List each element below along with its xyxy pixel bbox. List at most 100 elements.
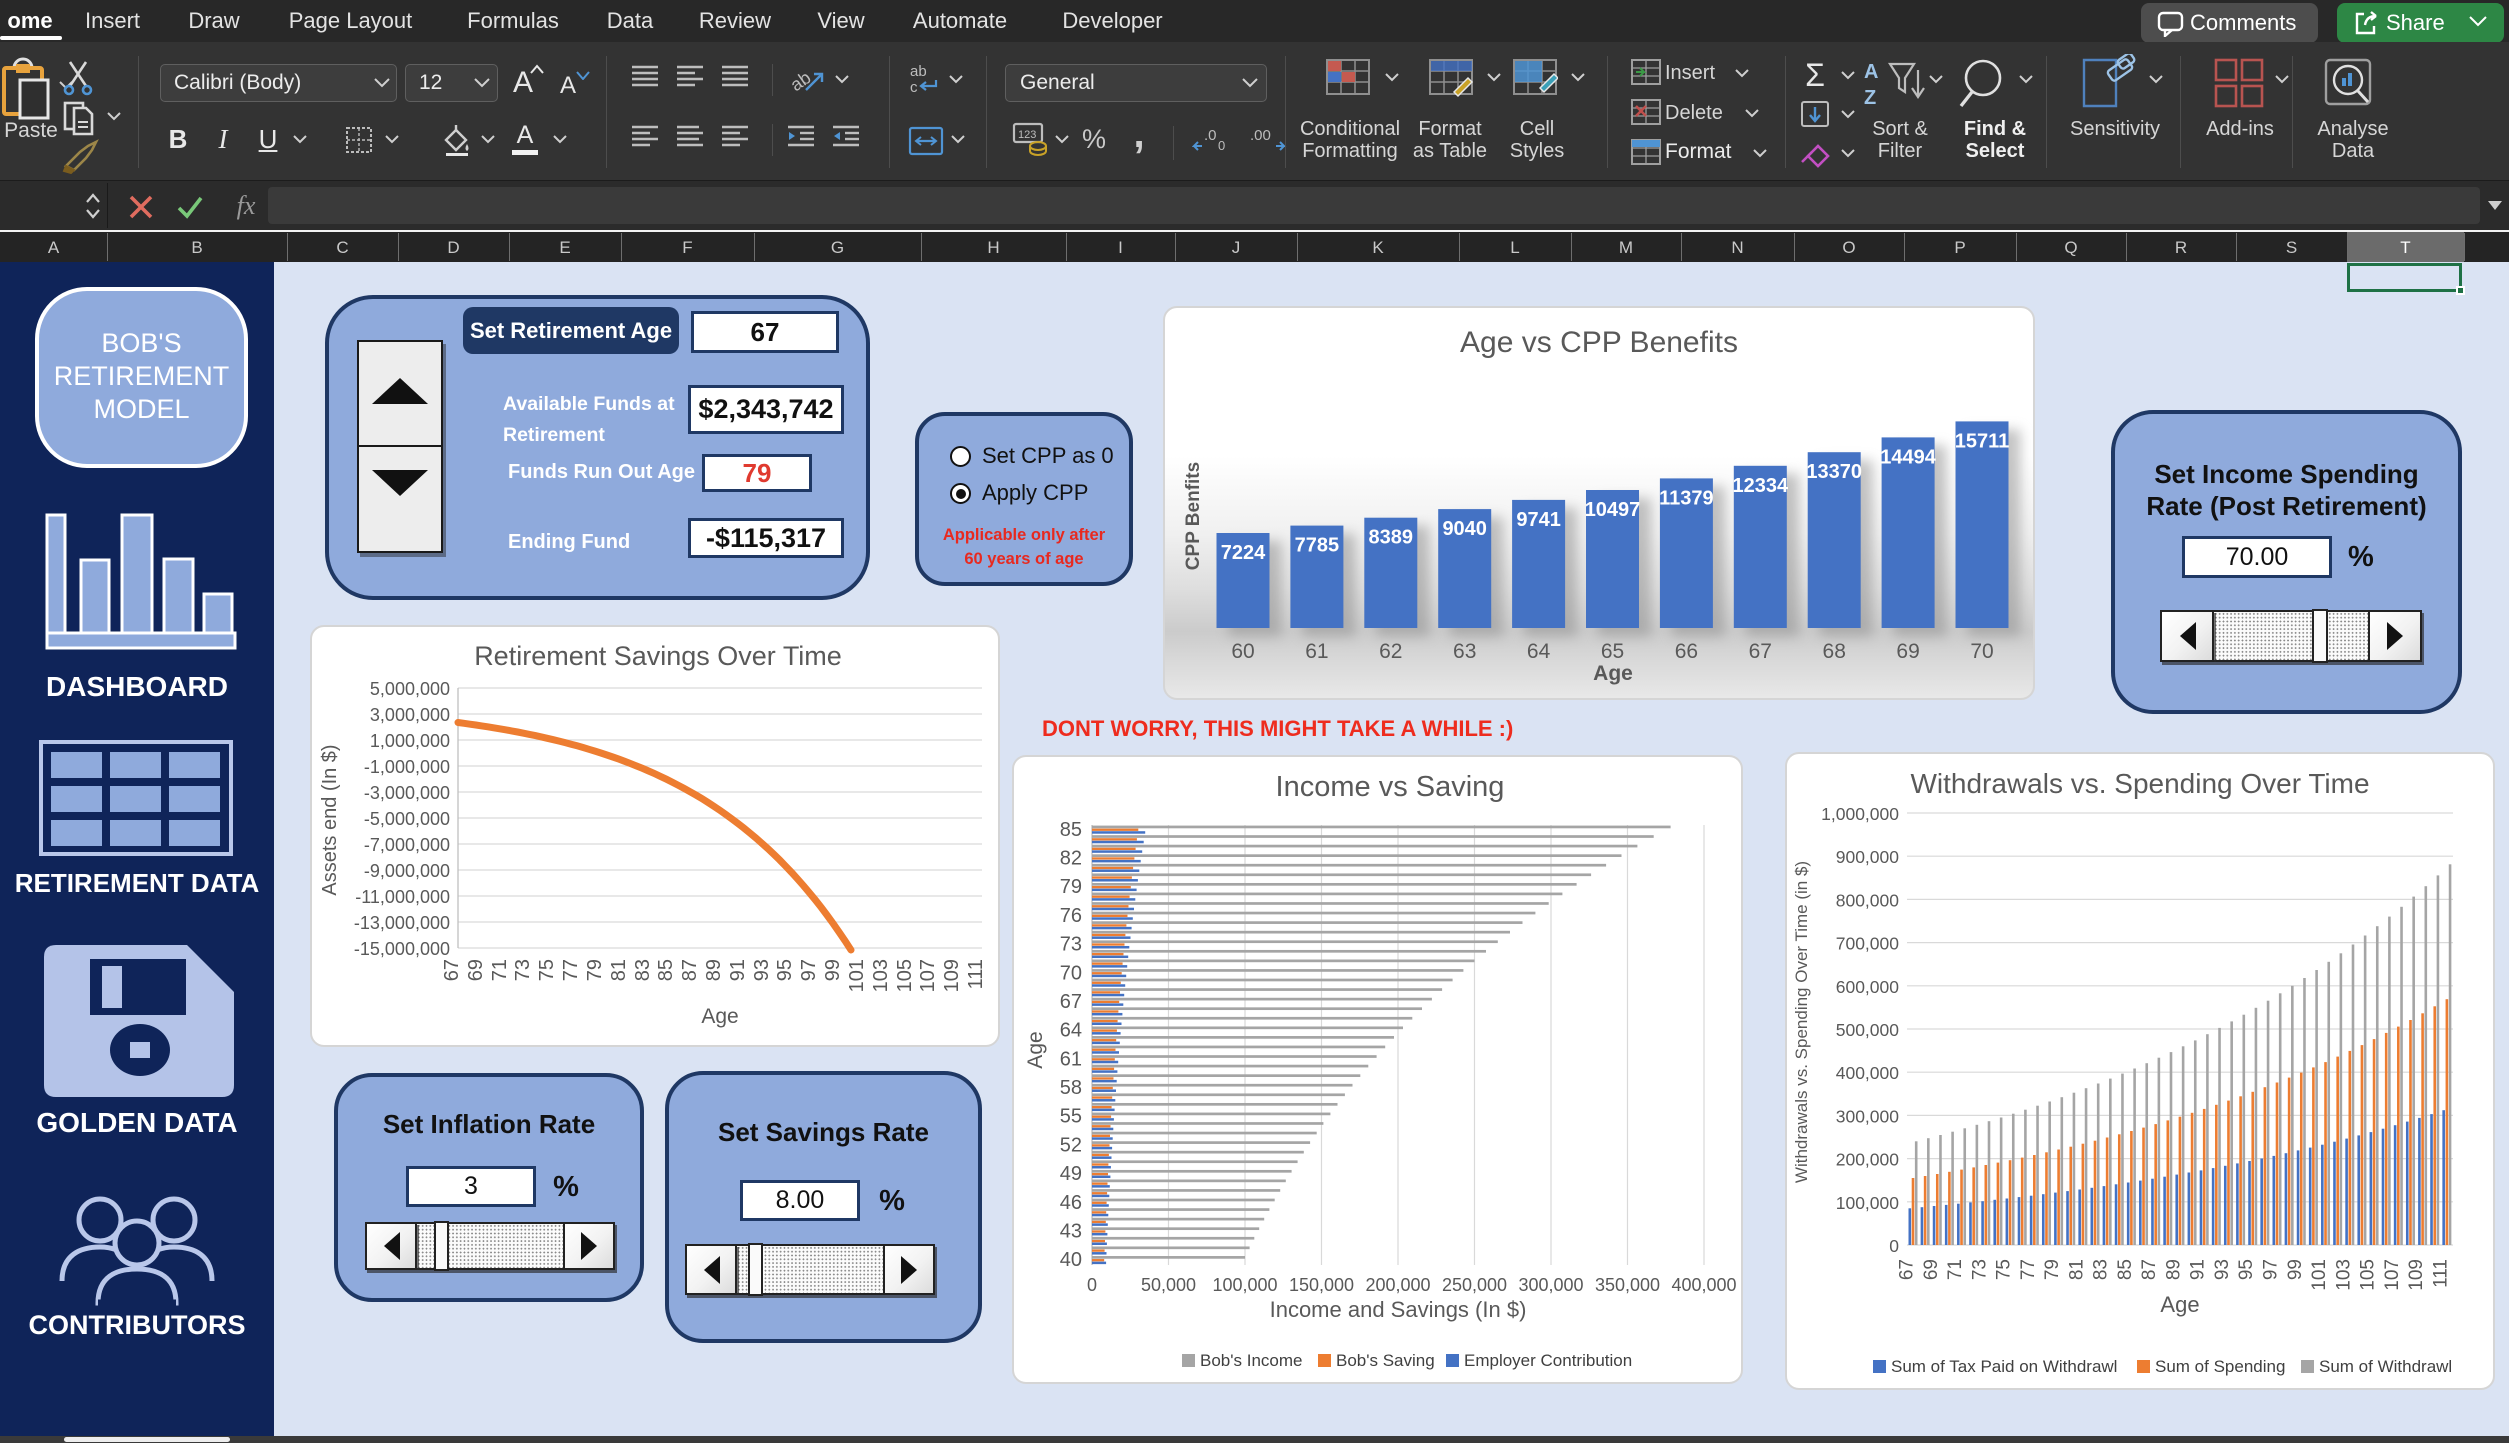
svg-text:79: 79	[584, 959, 606, 981]
svg-text:250,000: 250,000	[1442, 1275, 1507, 1295]
svg-text:79: 79	[2042, 1259, 2063, 1280]
svg-text:0: 0	[1087, 1275, 1097, 1295]
svg-text:77: 77	[2018, 1259, 2039, 1280]
svg-text:14494: 14494	[1880, 446, 1936, 468]
svg-text:52: 52	[1060, 1134, 1082, 1156]
svg-text:A: A	[1864, 61, 1878, 83]
svg-text:103: 103	[2333, 1259, 2354, 1291]
svg-text:-5,000,000: -5,000,000	[364, 809, 450, 829]
svg-text:Withdrawals vs. Spending Over: Withdrawals vs. Spending Over Time (in $…	[1792, 861, 1811, 1183]
svg-text:93: 93	[751, 959, 773, 981]
svg-text:Sum of Withdrawl: Sum of Withdrawl	[2319, 1357, 2452, 1376]
svg-text:81: 81	[2066, 1259, 2087, 1280]
svg-text:99: 99	[2285, 1259, 2306, 1280]
svg-text:3,000,000: 3,000,000	[370, 705, 450, 725]
svg-text:111: 111	[965, 959, 987, 989]
svg-text:111: 111	[2430, 1259, 2451, 1288]
svg-text:73: 73	[1969, 1259, 1990, 1280]
svg-text:40: 40	[1060, 1249, 1082, 1271]
svg-text:.00: .00	[1250, 127, 1271, 144]
svg-text:55: 55	[1060, 1106, 1082, 1128]
svg-text:15711: 15711	[1955, 430, 2010, 452]
svg-text:109: 109	[941, 959, 963, 992]
svg-text:71: 71	[1945, 1259, 1966, 1280]
svg-text:Z: Z	[1864, 87, 1876, 109]
svg-text:400,000: 400,000	[1671, 1275, 1736, 1295]
svg-text:43: 43	[1060, 1221, 1082, 1243]
svg-text:0: 0	[1889, 1236, 1899, 1256]
svg-text:49: 49	[1060, 1163, 1082, 1185]
svg-text:300,000: 300,000	[1836, 1106, 1900, 1126]
svg-text:85: 85	[2115, 1259, 2136, 1280]
svg-text:101: 101	[846, 959, 868, 992]
svg-text:69: 69	[465, 959, 487, 981]
svg-text:-1,000,000: -1,000,000	[364, 757, 450, 777]
svg-text:9741: 9741	[1516, 509, 1561, 531]
svg-text:ab: ab	[910, 63, 927, 80]
svg-text:-9,000,000: -9,000,000	[364, 861, 450, 881]
svg-text:100,000: 100,000	[1836, 1193, 1900, 1213]
svg-text:Age: Age	[1593, 662, 1633, 685]
svg-text:101: 101	[2309, 1259, 2330, 1291]
svg-text:Age: Age	[2160, 1292, 2199, 1317]
svg-text:68: 68	[1823, 640, 1846, 663]
svg-text:Bob's Saving: Bob's Saving	[1336, 1351, 1435, 1370]
svg-text:0: 0	[1218, 138, 1225, 152]
svg-text:c: c	[910, 79, 918, 96]
svg-text:77: 77	[560, 959, 582, 981]
svg-text:8389: 8389	[1369, 527, 1414, 549]
svg-text:87: 87	[2139, 1259, 2160, 1280]
svg-text:64: 64	[1527, 640, 1551, 663]
svg-text:7224: 7224	[1221, 542, 1266, 564]
svg-text:109: 109	[2406, 1259, 2427, 1291]
svg-text:97: 97	[798, 959, 820, 981]
svg-text:700,000: 700,000	[1836, 934, 1900, 954]
svg-text:7785: 7785	[1295, 535, 1340, 557]
svg-text:800,000: 800,000	[1836, 890, 1900, 910]
svg-text:105: 105	[894, 959, 916, 992]
svg-text:100,000: 100,000	[1212, 1275, 1277, 1295]
svg-text:79: 79	[1060, 876, 1082, 898]
svg-text:12334: 12334	[1732, 475, 1788, 497]
svg-text:500,000: 500,000	[1836, 1020, 1900, 1040]
svg-text:97: 97	[2261, 1259, 2282, 1280]
svg-text:200,000: 200,000	[1836, 1150, 1900, 1170]
svg-text:103: 103	[870, 959, 892, 992]
svg-text:-7,000,000: -7,000,000	[364, 835, 450, 855]
svg-text:Sum of Spending: Sum of Spending	[2155, 1357, 2285, 1376]
svg-text:600,000: 600,000	[1836, 977, 1900, 997]
svg-text:350,000: 350,000	[1595, 1275, 1660, 1295]
svg-text:-13,000,000: -13,000,000	[354, 913, 450, 933]
svg-text:13370: 13370	[1806, 461, 1862, 483]
svg-text:105: 105	[2358, 1259, 2379, 1291]
svg-text:61: 61	[1305, 640, 1328, 663]
svg-text:-3,000,000: -3,000,000	[364, 783, 450, 803]
svg-text:Income and Savings (In $): Income and Savings (In $)	[1270, 1297, 1527, 1322]
svg-text:400,000: 400,000	[1836, 1063, 1900, 1083]
svg-text:107: 107	[917, 959, 939, 992]
svg-text:Age: Age	[701, 1005, 738, 1028]
svg-text:Retirement Savings Over Time: Retirement Savings Over Time	[474, 641, 842, 671]
svg-text:50,000: 50,000	[1141, 1275, 1196, 1295]
svg-text:1,000,000: 1,000,000	[1821, 804, 1899, 824]
svg-text:83: 83	[632, 959, 654, 981]
svg-text:60: 60	[1231, 640, 1254, 663]
svg-text:99: 99	[822, 959, 844, 981]
svg-text:76: 76	[1060, 905, 1082, 927]
svg-text:71: 71	[489, 959, 511, 981]
svg-text:87: 87	[679, 959, 701, 981]
svg-text:73: 73	[512, 959, 534, 981]
svg-text:Age vs CPP Benefits: Age vs CPP Benefits	[1460, 326, 1738, 359]
svg-text:81: 81	[608, 959, 630, 981]
svg-text:61: 61	[1060, 1048, 1082, 1070]
svg-text:67: 67	[441, 959, 463, 981]
svg-text:83: 83	[2091, 1259, 2112, 1280]
svg-text:70: 70	[1970, 640, 1993, 663]
svg-text:300,000: 300,000	[1518, 1275, 1583, 1295]
svg-text:200,000: 200,000	[1365, 1275, 1430, 1295]
svg-text:Employer Contribution: Employer Contribution	[1464, 1351, 1632, 1370]
svg-text:Assets end (In $): Assets end (In $)	[319, 744, 341, 895]
svg-text:67: 67	[1749, 640, 1772, 663]
svg-text:95: 95	[2236, 1259, 2257, 1280]
svg-text:58: 58	[1060, 1077, 1082, 1099]
